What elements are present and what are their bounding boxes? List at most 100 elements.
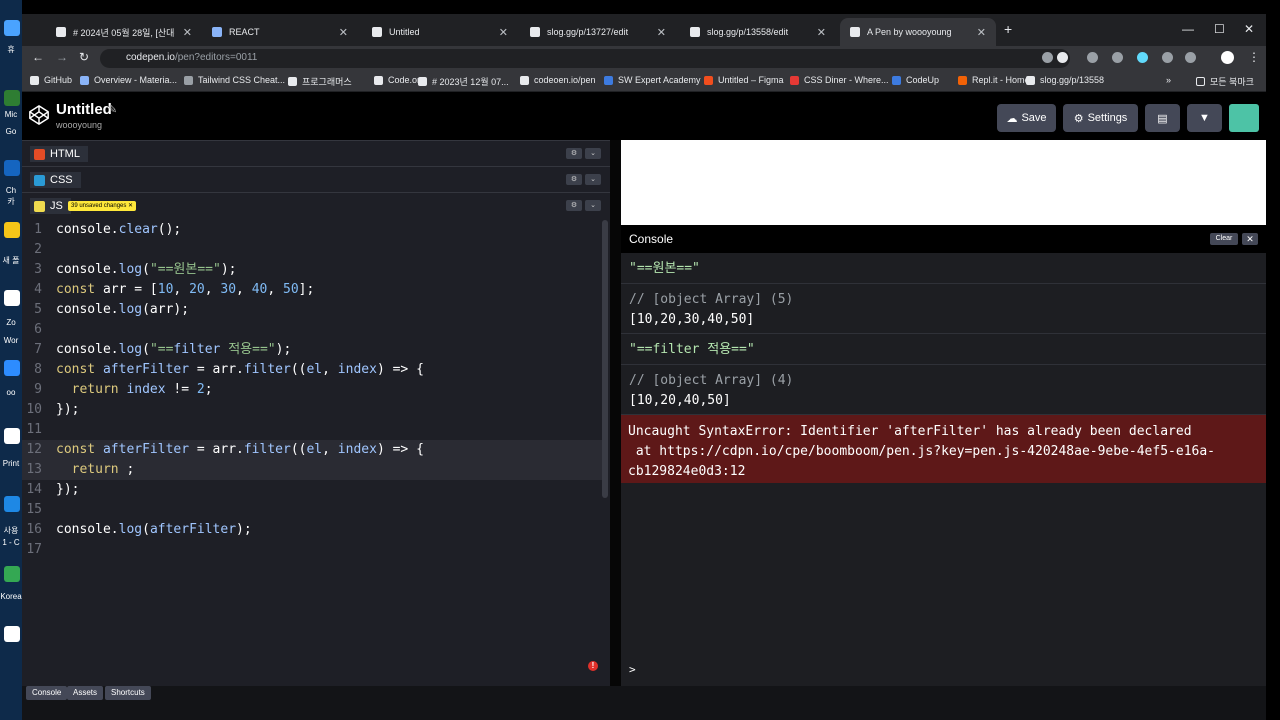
back-icon[interactable]: ← [32, 50, 44, 64]
bookmark-star-icon[interactable] [1057, 52, 1068, 63]
editor-collapse-chevron-icon[interactable]: ⌄ [585, 174, 601, 185]
bookmark-item[interactable]: CSS Diner - Where... [790, 75, 889, 85]
code-line[interactable]: 8 const afterFilter = arr.filter((el, ind… [22, 360, 608, 380]
extension-icon[interactable] [1112, 52, 1123, 63]
footer-shortcuts-button[interactable]: Shortcuts [105, 686, 151, 700]
bookmarks-overflow-icon[interactable]: » [1166, 75, 1171, 85]
editor-settings-gear-icon[interactable]: ⚙ [566, 200, 582, 211]
forward-icon[interactable]: → [56, 50, 68, 64]
code-line[interactable]: 3 console.log("==원본=="); [22, 260, 608, 280]
bookmark-item[interactable]: SW Expert Academy [604, 75, 701, 85]
bookmark-item[interactable]: GitHub [30, 75, 72, 85]
editor-header-html[interactable]: HTML ⚙ ⌄ [22, 140, 619, 166]
code-line[interactable]: 11 [22, 420, 608, 440]
editor-header-css[interactable]: CSS ⚙ ⌄ [22, 166, 619, 192]
browser-tab[interactable]: slog.gg/p/13727/edit ✕ [520, 18, 676, 46]
footer-assets-button[interactable]: Assets [67, 686, 104, 700]
bookmark-item[interactable]: CodeUp [892, 75, 939, 85]
minimize-icon[interactable]: — [1182, 22, 1194, 36]
code-line[interactable]: 16 console.log(afterFilter); [22, 520, 608, 540]
puzzle-icon[interactable] [1185, 52, 1196, 63]
pen-author[interactable]: woooyoung [56, 120, 102, 130]
bookmark-item[interactable]: # 2023년 12월 07... [418, 75, 509, 88]
desktop-shortcut-icon[interactable] [4, 360, 20, 376]
pencil-icon[interactable]: ✎ [108, 103, 117, 116]
editor-settings-gear-icon[interactable]: ⚙ [566, 174, 582, 185]
tab-close-icon[interactable]: ✕ [817, 26, 826, 39]
desktop-shortcut-icon[interactable] [4, 290, 20, 306]
code-line[interactable]: 2 [22, 240, 608, 260]
layout-button[interactable]: ▤ [1145, 104, 1180, 132]
js-code-editor[interactable]: 1 console.clear(); 2 3 console.log("==원본==")… [22, 218, 608, 638]
tab-close-icon[interactable]: ✕ [183, 26, 192, 39]
bookmark-item[interactable]: Repl.it - Home [958, 75, 1030, 85]
editor-collapse-chevron-icon[interactable]: ⌄ [585, 148, 601, 159]
settings-button[interactable]: ⚙ Settings [1063, 104, 1138, 132]
desktop-shortcut-icon[interactable] [4, 428, 20, 444]
code-line[interactable]: 14}); [22, 480, 608, 500]
editor-tab-html[interactable]: HTML [30, 146, 88, 162]
editor-settings-gear-icon[interactable]: ⚙ [566, 148, 582, 159]
translate-icon[interactable] [1042, 52, 1053, 63]
profile-avatar[interactable] [1221, 51, 1234, 64]
browser-tab[interactable]: slog.gg/p/13558/edit ✕ [680, 18, 836, 46]
code-line[interactable]: 5 console.log(arr); [22, 300, 608, 320]
browser-tab[interactable]: REACT ✕ [202, 18, 358, 46]
tab-close-icon[interactable]: ✕ [977, 26, 986, 39]
bookmark-item[interactable]: slog.gg/p/13558 [1026, 75, 1104, 85]
bookmark-item[interactable]: Untitled – Figma [704, 75, 784, 85]
desktop-shortcut-icon[interactable] [4, 566, 20, 582]
codepen-logo-icon[interactable] [28, 104, 50, 126]
bookmark-item[interactable]: 프로그래머스 [288, 75, 352, 88]
resize-divider[interactable] [610, 140, 621, 686]
code-line[interactable]: 1 console.clear(); [22, 220, 608, 240]
console-clear-button[interactable]: Clear [1210, 233, 1238, 245]
editor-tab-js[interactable]: JS [30, 198, 71, 214]
unsaved-changes-badge[interactable]: 39 unsaved changes ✕ [68, 201, 137, 211]
footer-console-button[interactable]: Console [26, 686, 68, 700]
new-tab-button[interactable]: + [1004, 21, 1012, 37]
editor-tab-css[interactable]: CSS [30, 172, 81, 188]
editor-scrollbar[interactable] [602, 220, 608, 498]
bookmark-item[interactable]: Overview - Materia... [80, 75, 177, 85]
react-devtools-icon[interactable] [1137, 52, 1148, 63]
tab-close-icon[interactable]: ✕ [499, 26, 508, 39]
editor-collapse-chevron-icon[interactable]: ⌄ [585, 200, 601, 211]
editor-header-js[interactable]: JS ⚙ ⌄ 39 unsaved changes ✕ [22, 192, 619, 218]
code-line[interactable]: 12 const afterFilter = arr.filter((el, in… [22, 440, 608, 460]
extension-icon[interactable] [1162, 52, 1173, 63]
bookmark-item[interactable]: Tailwind CSS Cheat... [184, 75, 285, 85]
desktop-shortcut-icon[interactable] [4, 496, 20, 512]
error-indicator-icon[interactable]: ! [588, 661, 598, 671]
console-close-icon[interactable]: ✕ [1242, 233, 1258, 245]
code-line[interactable]: 10}); [22, 400, 608, 420]
browser-tab[interactable]: A Pen by woooyoung ✕ [840, 18, 996, 46]
desktop-shortcut-icon[interactable] [4, 90, 20, 106]
pin-menu-button[interactable]: ▼ [1187, 104, 1222, 132]
extension-icon[interactable] [1087, 52, 1098, 63]
all-bookmarks-button[interactable]: 모든 북마크 [1196, 75, 1254, 88]
pen-title[interactable]: Untitled [56, 101, 112, 118]
bookmark-item[interactable]: codeoen.io/pen [520, 75, 596, 85]
code-line[interactable]: 15 [22, 500, 608, 520]
console-prompt[interactable]: > [629, 663, 636, 676]
browser-tab[interactable]: # 2024년 05월 28일, [산대특] ✕ [46, 18, 202, 46]
address-bar[interactable]: codepen.io/pen?editors=0011 [100, 49, 1070, 68]
code-line[interactable]: 13 return ; [22, 460, 608, 480]
browser-tab[interactable]: Untitled ✕ [362, 18, 518, 46]
code-line[interactable]: 17 [22, 540, 608, 560]
desktop-shortcut-icon[interactable] [4, 626, 20, 642]
user-avatar[interactable] [1229, 104, 1259, 132]
desktop-shortcut-icon[interactable] [4, 20, 20, 36]
save-button[interactable]: ☁ Save [997, 104, 1056, 132]
desktop-shortcut-icon[interactable] [4, 160, 20, 176]
reload-icon[interactable]: ↻ [79, 50, 89, 64]
menu-kebab-icon[interactable]: ⋮ [1248, 50, 1260, 64]
tab-close-icon[interactable]: ✕ [339, 26, 348, 39]
code-line[interactable]: 9 return index != 2; [22, 380, 608, 400]
code-line[interactable]: 7 console.log("==filter 적용=="); [22, 340, 608, 360]
code-line[interactable]: 4 const arr = [10, 20, 30, 40, 50]; [22, 280, 608, 300]
code-line[interactable]: 6 [22, 320, 608, 340]
desktop-shortcut-icon[interactable] [4, 222, 20, 238]
maximize-icon[interactable]: ☐ [1214, 22, 1225, 36]
